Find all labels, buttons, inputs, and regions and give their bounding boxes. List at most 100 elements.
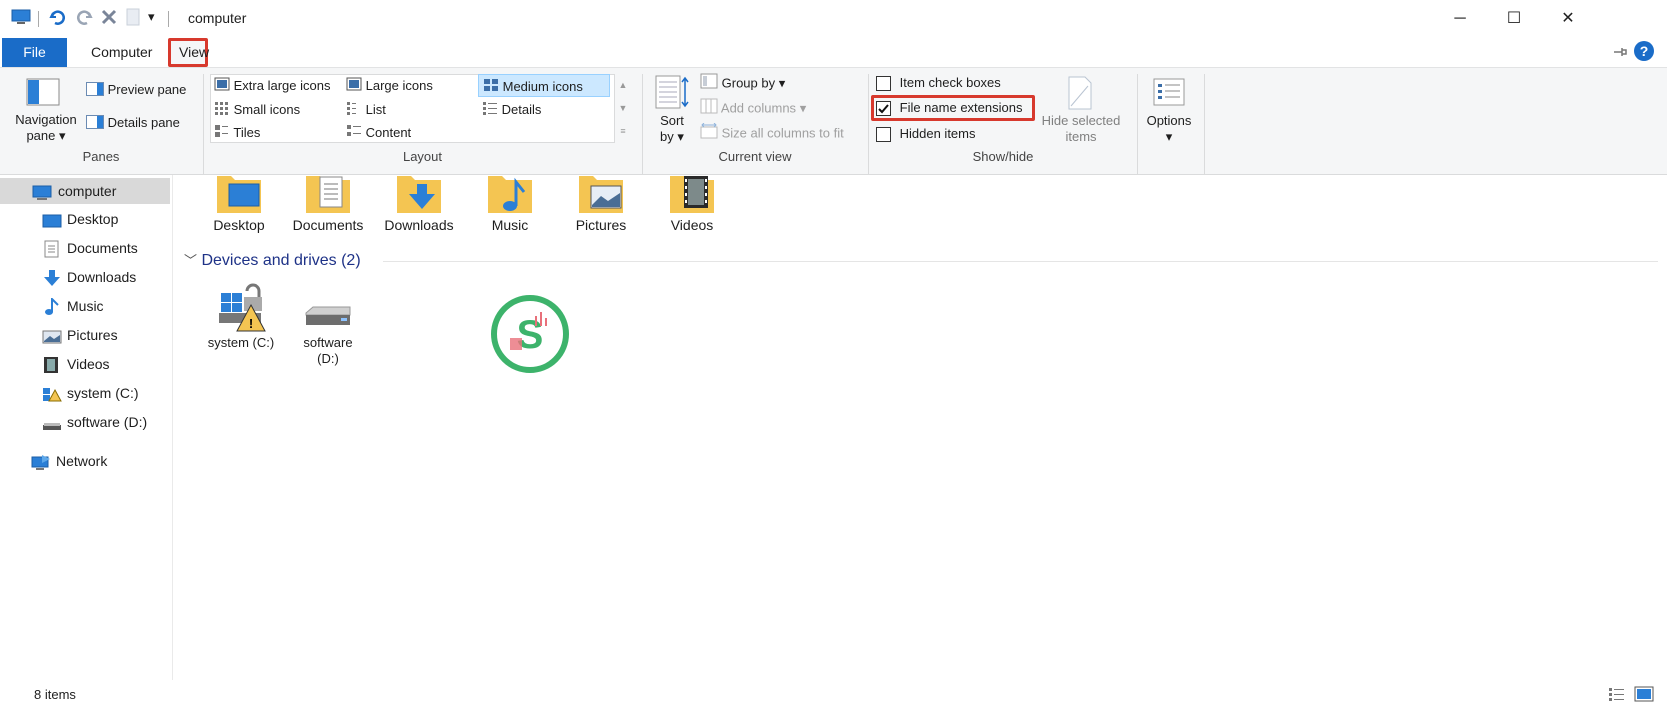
hidden-items-label: Hidden items xyxy=(899,126,976,141)
scroll-down-icon[interactable]: ▼ xyxy=(616,97,630,120)
large-icons-view-icon[interactable] xyxy=(1634,685,1654,703)
nav-item-label: Videos xyxy=(67,356,110,372)
tab-computer[interactable]: Computer xyxy=(75,38,168,67)
item-check-boxes-checkbox[interactable] xyxy=(876,76,891,92)
devices-section-header[interactable]: ﹀ Devices and drives (2) xyxy=(184,250,361,270)
layout-medium-icons[interactable]: Medium icons xyxy=(478,74,610,97)
system-drive-warning-icon: ! xyxy=(211,283,271,335)
group-by-button[interactable]: Group by ▾ xyxy=(700,73,785,93)
preview-pane-icon xyxy=(86,82,104,99)
group-by-icon xyxy=(700,73,718,95)
close-button[interactable]: ✕ xyxy=(1540,0,1596,38)
dropdown-caret-icon: ▾ xyxy=(677,129,684,144)
nav-item-label: Music xyxy=(67,298,104,314)
details-view-icon[interactable] xyxy=(1608,686,1626,702)
nav-item-network[interactable]: Network xyxy=(0,448,170,474)
file-name-extensions[interactable]: File name extensions xyxy=(876,98,1022,118)
help-icon[interactable]: ? xyxy=(1634,41,1654,61)
minimize-button[interactable]: ─ xyxy=(1432,0,1488,38)
folder-videos-icon xyxy=(670,176,714,213)
drive-label: system (C:) xyxy=(207,335,275,350)
layout-details[interactable]: Details xyxy=(482,100,541,120)
sort-by-icon[interactable] xyxy=(654,74,690,110)
nav-item-label: Documents xyxy=(67,240,138,256)
dropdown-caret-icon: ▾ xyxy=(799,100,807,116)
chevron-down-icon[interactable]: ﹀ xyxy=(184,253,197,268)
drive-system-c[interactable]: ! system (C:) xyxy=(200,283,282,350)
layout-scroll[interactable]: ▲ ▼ ≡ xyxy=(616,74,630,143)
options-icon[interactable] xyxy=(1153,78,1185,106)
nav-item-software-d[interactable]: software (D:) xyxy=(0,409,170,435)
title-divider xyxy=(168,11,169,27)
file-name-extensions-checkbox[interactable] xyxy=(876,101,891,117)
folder-label: Videos xyxy=(670,217,714,233)
layout-content[interactable]: Content xyxy=(346,124,411,142)
folder-desktop[interactable]: Desktop xyxy=(198,176,280,233)
redo-icon[interactable] xyxy=(74,8,96,30)
drive-icon xyxy=(42,414,61,430)
sort-by-button[interactable]: Sort by ▾ xyxy=(654,113,690,145)
preview-pane-button[interactable]: Preview pane xyxy=(86,82,186,100)
extra-large-icons-icon xyxy=(214,77,230,97)
layout-item-label: Content xyxy=(365,125,412,140)
nav-item-label: Desktop xyxy=(67,211,119,227)
add-columns-button[interactable]: Add columns ▾ xyxy=(700,98,806,118)
folder-label: Documents xyxy=(292,217,364,233)
size-all-columns-button[interactable]: Size all columns to fit xyxy=(700,122,844,143)
nav-item-computer[interactable]: computer xyxy=(0,178,170,204)
tab-file[interactable]: File xyxy=(2,38,67,67)
computer-icon xyxy=(32,183,52,200)
more-layouts-icon[interactable]: ≡ xyxy=(616,120,630,143)
nav-item-desktop[interactable]: Desktop xyxy=(0,206,170,232)
group-separator xyxy=(1204,74,1205,174)
undo-icon[interactable] xyxy=(46,8,68,30)
layout-list[interactable]: List xyxy=(346,100,386,120)
window-title: computer xyxy=(188,10,247,26)
delete-icon[interactable] xyxy=(98,8,120,30)
checkmark-icon xyxy=(878,104,889,114)
computer-icon xyxy=(10,8,32,30)
nav-item-videos[interactable]: Videos xyxy=(0,351,170,377)
properties-icon[interactable] xyxy=(122,8,144,30)
nav-item-label: Downloads xyxy=(67,269,137,285)
options-button[interactable]: Options ▾ xyxy=(1138,113,1200,145)
hide-selected-icon[interactable] xyxy=(1066,76,1094,110)
maximize-button[interactable]: ☐ xyxy=(1486,0,1542,38)
nav-item-pictures[interactable]: Pictures xyxy=(0,322,170,348)
layout-extra-large-icons[interactable]: Extra large icons xyxy=(214,76,330,96)
layout-large-icons[interactable]: Large icons xyxy=(346,76,433,96)
ribbon: Navigation pane ▾ Preview pane Details p… xyxy=(0,67,1667,175)
hidden-items-checkbox[interactable] xyxy=(876,127,891,143)
navigation-pane-label2: pane xyxy=(26,128,56,143)
layout-group-label: Layout xyxy=(402,149,443,164)
hide-selected-items-button[interactable]: Hide selected items xyxy=(1038,113,1124,145)
qa-customize-icon[interactable]: ▾ xyxy=(148,9,155,25)
item-check-boxes[interactable]: Item check boxes xyxy=(876,73,1001,93)
navigation-pane-icon[interactable] xyxy=(26,78,62,106)
hidden-items[interactable]: Hidden items xyxy=(876,124,976,144)
details-pane-button[interactable]: Details pane xyxy=(86,115,180,133)
layout-tiles[interactable]: Tiles xyxy=(214,124,260,142)
nav-item-system-c[interactable]: system (C:) xyxy=(0,380,170,406)
folder-music[interactable]: Music xyxy=(469,176,551,233)
tab-view[interactable]: View xyxy=(168,38,209,67)
folder-downloads[interactable]: Downloads xyxy=(378,176,460,233)
qa-divider xyxy=(38,11,39,27)
folder-documents[interactable]: Documents xyxy=(287,176,369,233)
folder-pictures[interactable]: Pictures xyxy=(560,176,642,233)
folder-videos[interactable]: Videos xyxy=(651,176,733,233)
nav-item-music[interactable]: Music xyxy=(0,293,170,319)
nav-item-documents[interactable]: Documents xyxy=(0,235,170,261)
navigation-pane-button[interactable]: Navigation pane ▾ xyxy=(10,112,82,144)
section-divider xyxy=(383,261,1658,262)
hide-selected-label2: items xyxy=(1065,129,1097,144)
nav-item-downloads[interactable]: Downloads xyxy=(0,264,170,290)
layout-small-icons[interactable]: Small icons xyxy=(214,100,300,120)
folder-pictures-icon xyxy=(579,176,623,213)
pin-ribbon-icon[interactable] xyxy=(1612,44,1628,60)
desktop-icon xyxy=(42,211,62,228)
drive-icon xyxy=(303,305,353,335)
hide-selected-label: Hide selected xyxy=(1041,113,1121,128)
scroll-up-icon[interactable]: ▲ xyxy=(616,74,630,97)
drive-software-d[interactable]: software (D:) xyxy=(287,305,369,367)
